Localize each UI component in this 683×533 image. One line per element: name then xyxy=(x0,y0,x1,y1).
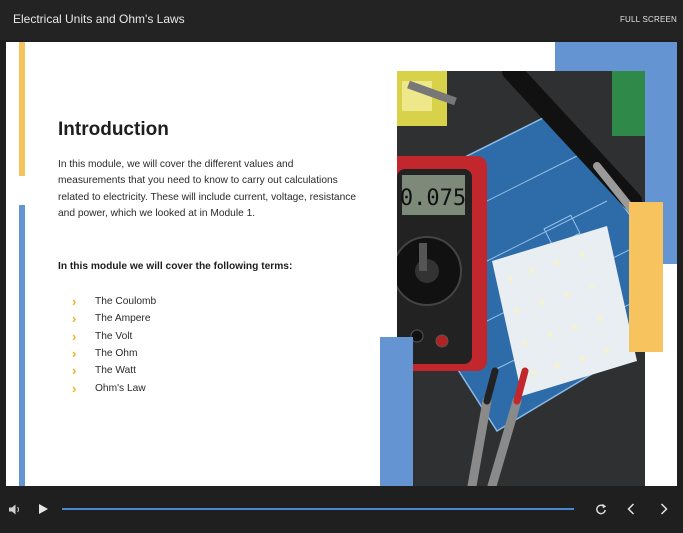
chevron-right-icon: › xyxy=(72,328,77,344)
right-yellow-block xyxy=(629,202,663,352)
term-label: The Volt xyxy=(95,330,133,342)
top-bar: Electrical Units and Ohm's Laws FULL SCR… xyxy=(0,0,683,40)
replay-icon[interactable] xyxy=(595,503,607,515)
chevron-right-icon: › xyxy=(72,311,77,327)
terms-list: › The Coulomb › The Ampere › The Volt › The … xyxy=(72,293,156,397)
chevron-right-icon: › xyxy=(72,363,77,379)
term-label: Ohm's Law xyxy=(95,382,146,394)
play-icon[interactable] xyxy=(39,504,48,514)
progress-track[interactable] xyxy=(62,508,574,510)
term-label: The Coulomb xyxy=(95,296,157,308)
intro-paragraph: In this module, we will cover the differ… xyxy=(58,159,357,219)
list-item: › The Volt xyxy=(72,328,156,345)
term-label: The Ampere xyxy=(95,313,151,325)
meter-reading: 0.075 xyxy=(400,186,466,211)
bottom-blue-block xyxy=(380,337,413,486)
list-item: › The Watt xyxy=(72,362,156,379)
chevron-right-icon: › xyxy=(72,294,77,310)
fullscreen-button[interactable]: FULL SCREEN xyxy=(620,15,677,24)
list-item: › The Ampere xyxy=(72,310,156,327)
list-item: › Ohm's Law xyxy=(72,379,156,396)
chevron-left-icon[interactable] xyxy=(627,503,635,515)
multimeter-photo: 0.075 xyxy=(397,71,645,486)
terms-heading: In this module we will cover the followi… xyxy=(58,261,293,272)
chevron-right-icon[interactable] xyxy=(660,503,668,515)
list-item: › The Ohm xyxy=(72,345,156,362)
chevron-right-icon: › xyxy=(72,380,77,396)
left-yellow-bar xyxy=(19,42,25,176)
multimeter-illustration: 0.075 xyxy=(397,71,645,486)
chevron-right-icon: › xyxy=(72,346,77,362)
course-title: Electrical Units and Ohm's Laws xyxy=(13,12,185,26)
term-label: The Watt xyxy=(95,365,136,377)
left-blue-bar xyxy=(19,205,25,486)
list-item: › The Coulomb xyxy=(72,293,156,310)
player-controls xyxy=(0,492,683,528)
term-label: The Ohm xyxy=(95,348,138,360)
slide: Introduction In this module, we will cov… xyxy=(6,42,677,486)
volume-icon[interactable] xyxy=(9,504,22,515)
slide-heading: Introduction xyxy=(58,119,169,140)
